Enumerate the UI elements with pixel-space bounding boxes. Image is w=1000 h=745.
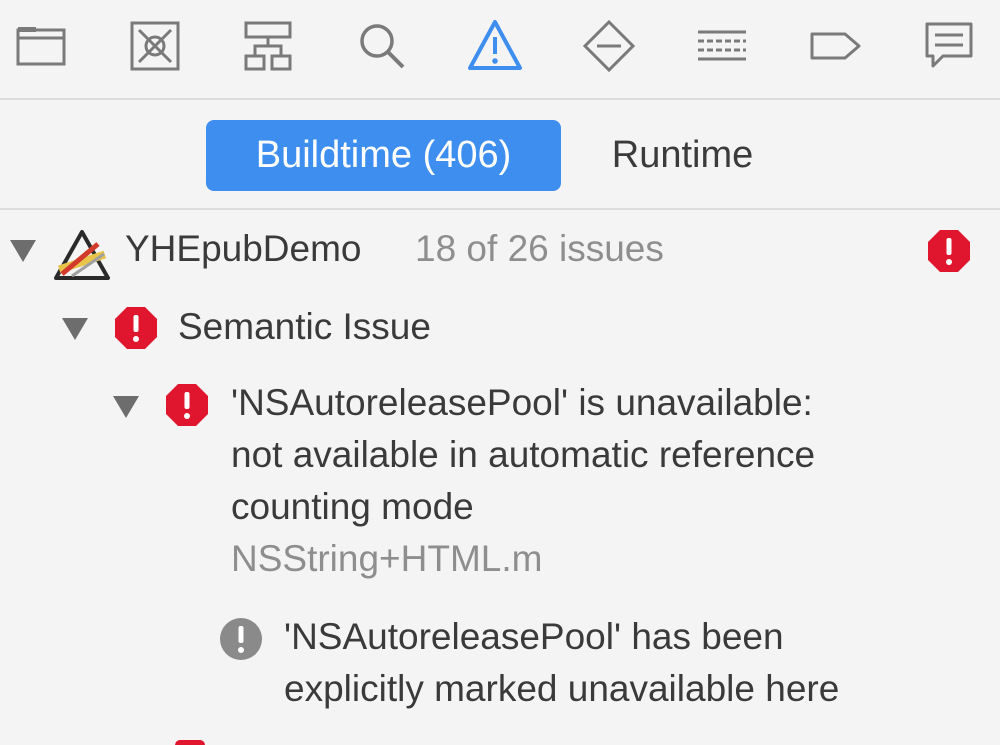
project-name: YHEpubDemo	[125, 228, 362, 269]
note-message-line2: explicitly marked unavailable here	[284, 668, 840, 709]
hierarchy-icon[interactable]	[240, 18, 296, 74]
category-row[interactable]: Semantic Issue	[0, 300, 1000, 360]
folder-icon[interactable]	[13, 18, 69, 74]
navigator-toolbar	[0, 0, 1000, 100]
source-control-icon[interactable]	[127, 18, 183, 74]
runtime-segment[interactable]: Runtime	[585, 120, 780, 191]
issue-message-line2: not available in automatic reference	[231, 434, 816, 475]
note-message-line1: 'NSAutoreleasePool' has been	[284, 616, 784, 657]
report-icon[interactable]	[921, 18, 977, 74]
search-icon[interactable]	[354, 18, 410, 74]
buildtime-segment[interactable]: Buildtime (406)	[206, 120, 561, 191]
issue-file-name: NSString+HTML.m	[231, 538, 543, 579]
project-row[interactable]: YHEpubDemo 18 of 26 issues	[0, 222, 1000, 282]
error-icon	[175, 740, 205, 745]
error-icon	[164, 382, 210, 428]
issue-icon[interactable]	[467, 18, 523, 74]
note-row[interactable]: 'NSAutoreleasePool' has been explicitly …	[0, 612, 1000, 722]
issue-message-line1: 'NSAutoreleasePool' is unavailable:	[231, 382, 813, 423]
issue-type-segmented-control: Buildtime (406) Runtime	[0, 100, 1000, 210]
debug-icon[interactable]	[694, 18, 750, 74]
disclosure-triangle-icon[interactable]	[62, 318, 88, 340]
test-icon[interactable]	[581, 18, 637, 74]
issue-row[interactable]: 'NSAutoreleasePool' is unavailable: not …	[0, 378, 1000, 588]
project-issue-count: 18 of 26 issues	[415, 228, 664, 269]
issue-message-line3: counting mode	[231, 486, 474, 527]
disclosure-triangle-icon[interactable]	[113, 396, 139, 418]
category-label: Semantic Issue	[178, 306, 431, 347]
disclosure-triangle-icon[interactable]	[10, 240, 36, 262]
error-icon	[926, 228, 972, 274]
note-icon	[218, 616, 264, 662]
breakpoint-icon[interactable]	[807, 18, 863, 74]
error-icon	[113, 305, 159, 351]
xcode-project-icon	[52, 228, 112, 282]
